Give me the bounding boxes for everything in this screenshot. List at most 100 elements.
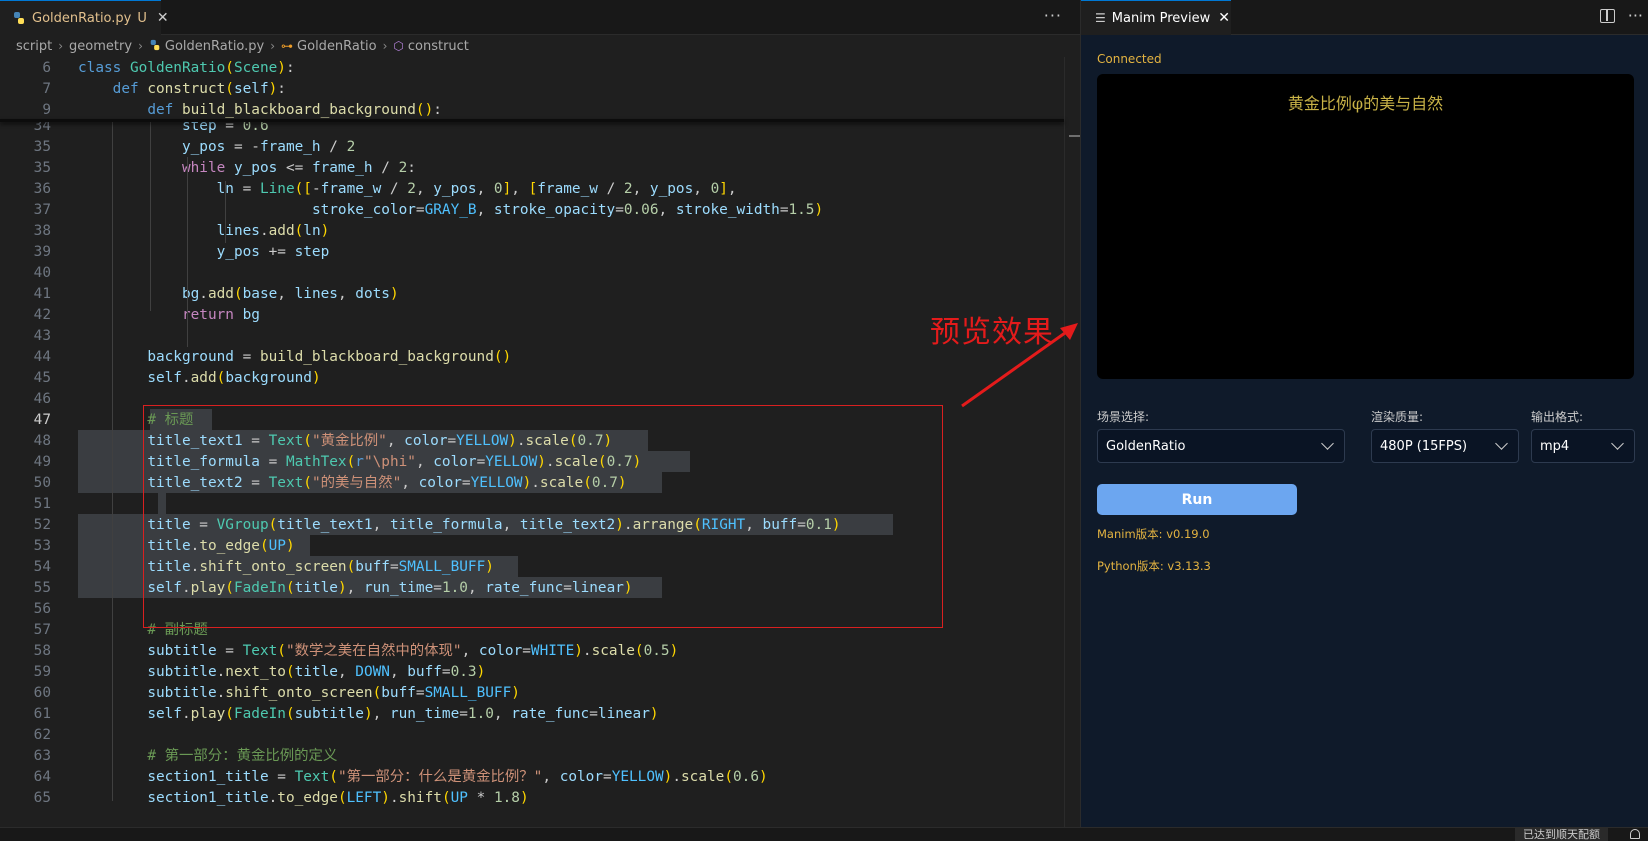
- python-file-icon: [149, 39, 161, 54]
- line-number: 48: [33, 433, 51, 449]
- more-actions-icon[interactable]: ···: [1044, 6, 1062, 25]
- code-line[interactable]: 41 bg.add(base, lines, dots): [0, 283, 1064, 305]
- line-text: bg.add(base, lines, dots): [181, 286, 399, 302]
- tab-filename: GoldenRatio.py: [32, 10, 132, 26]
- line-number: 45: [33, 370, 51, 386]
- tab-manim-preview[interactable]: ☰ Manim Preview ✕: [1081, 0, 1231, 35]
- line-text: while y_pos <= frame_h / 2:: [181, 160, 416, 176]
- code-line[interactable]: 42 return bg: [0, 304, 1064, 326]
- indent-guide: [150, 121, 151, 311]
- code-line[interactable]: 37 stroke_color=GRAY_B, stroke_opacity=0…: [0, 199, 1064, 221]
- code-line[interactable]: 43: [0, 325, 1064, 347]
- line-number: 6: [42, 60, 51, 76]
- line-number: 63: [33, 748, 51, 764]
- line-number: 47: [33, 412, 51, 428]
- line-number: 50: [33, 475, 51, 491]
- code-line[interactable]: 35 y_pos = -frame_h / 2: [0, 136, 1064, 158]
- format-label: 输出格式:: [1531, 410, 1584, 424]
- code-line[interactable]: 65 section1_title.to_edge(LEFT).shift(UP…: [0, 787, 1064, 809]
- scene-label: 场景选择:: [1097, 410, 1150, 424]
- code-line[interactable]: 64 section1_title = Text("第一部分：什么是黄金比例？"…: [0, 766, 1064, 788]
- sticky-scroll-line[interactable]: 6 class GoldenRatio(Scene):: [0, 57, 1064, 79]
- more-actions-icon[interactable]: ···: [1628, 6, 1643, 25]
- code-line[interactable]: 45 self.add(background): [0, 367, 1064, 389]
- tab-goldenratio-py[interactable]: GoldenRatio.py U ✕: [0, 0, 169, 35]
- video-frame-title: 黄金比例φ的美与自然: [1287, 94, 1444, 113]
- code-line[interactable]: 38 lines.add(ln): [0, 220, 1064, 242]
- line-number: 55: [33, 580, 51, 596]
- code-line[interactable]: 62: [0, 724, 1064, 746]
- breadcrumb-file[interactable]: GoldenRatio.py: [149, 39, 264, 54]
- line-number: 57: [33, 622, 51, 638]
- line-number: 65: [33, 790, 51, 806]
- chevron-right-icon: ›: [382, 39, 388, 53]
- line-number: 46: [33, 391, 51, 407]
- line-text: # 第一部分：黄金比例的定义: [147, 748, 338, 764]
- tab-close-icon[interactable]: ✕: [157, 10, 169, 26]
- scene-select-value: GoldenRatio: [1106, 438, 1186, 454]
- breadcrumb-folder-script[interactable]: script: [16, 39, 52, 54]
- manim-version-label: Manim版本:: [1097, 527, 1163, 541]
- chevron-down-icon: [1611, 437, 1624, 450]
- line-number: 38: [33, 223, 51, 239]
- breadcrumb-method[interactable]: ⬡ construct: [393, 39, 469, 54]
- bell-icon[interactable]: [1630, 829, 1640, 839]
- line-number: 64: [33, 769, 51, 785]
- line-text: return bg: [181, 307, 260, 323]
- line-number: 52: [33, 517, 51, 533]
- chevron-right-icon: ›: [270, 39, 276, 53]
- breadcrumb-class[interactable]: ⊶ GoldenRatio: [281, 39, 377, 54]
- quality-select-value: 480P (15FPS): [1380, 438, 1468, 454]
- run-button[interactable]: Run: [1097, 484, 1297, 515]
- code-line[interactable]: 61 self.play(FadeIn(subtitle), run_time=…: [0, 703, 1064, 725]
- code-line[interactable]: 63 # 第一部分：黄金比例的定义: [0, 745, 1064, 767]
- line-number: 37: [33, 202, 51, 218]
- sticky-scroll-line[interactable]: 7 def construct(self):: [0, 78, 1064, 100]
- line-text: def construct(self):: [112, 81, 286, 97]
- line-text: class GoldenRatio(Scene):: [78, 60, 295, 76]
- line-number: 39: [33, 244, 51, 260]
- line-text: def build_blackboard_background():: [147, 102, 442, 118]
- chevron-down-icon: [1495, 437, 1508, 450]
- manim-version-value: v0.19.0: [1166, 527, 1210, 541]
- method-symbol-icon: ⬡: [393, 39, 404, 53]
- manim-version: Manim版本: v0.19.0: [1097, 526, 1210, 542]
- line-number: 43: [33, 328, 51, 344]
- line-text: y_pos += step: [216, 244, 330, 260]
- line-number: 7: [42, 81, 51, 97]
- class-symbol-icon: ⊶: [281, 39, 294, 53]
- tab-close-icon[interactable]: ✕: [1218, 10, 1230, 26]
- line-number: 59: [33, 664, 51, 680]
- code-line[interactable]: 36 ln = Line([-frame_w / 2, y_pos, 0], […: [0, 178, 1064, 200]
- line-number: 53: [33, 538, 51, 554]
- editor-tab-bar: GoldenRatio.py U ✕ ···: [0, 0, 1080, 35]
- code-line[interactable]: 40: [0, 262, 1064, 284]
- code-line[interactable]: 60 subtitle.shift_onto_screen(buff=SMALL…: [0, 682, 1064, 704]
- breadcrumb: script › geometry › GoldenRatio.py › ⊶ G…: [0, 35, 1080, 57]
- line-number: 62: [33, 727, 51, 743]
- format-select[interactable]: mp4: [1531, 429, 1635, 463]
- code-line[interactable]: 58 subtitle = Text("数学之美在自然中的体现", color=…: [0, 640, 1064, 662]
- code-line[interactable]: 44 background = build_blackboard_backgro…: [0, 346, 1064, 368]
- video-preview[interactable]: 黄金比例φ的美与自然: [1097, 74, 1634, 379]
- line-number: 35: [33, 139, 51, 155]
- code-line[interactable]: 35 while y_pos <= frame_h / 2:: [0, 157, 1064, 179]
- line-text: y_pos = -frame_h / 2: [181, 139, 356, 155]
- split-editor-icon[interactable]: [1600, 9, 1615, 23]
- quality-select[interactable]: 480P (15FPS): [1371, 429, 1519, 463]
- chevron-right-icon: ›: [138, 39, 143, 53]
- sticky-scroll-line[interactable]: 9 def build_blackboard_background():: [0, 99, 1064, 121]
- breadcrumb-folder-geometry[interactable]: geometry: [69, 39, 132, 54]
- format-select-value: mp4: [1540, 438, 1570, 454]
- scene-select[interactable]: GoldenRatio: [1097, 429, 1345, 463]
- status-bar-item[interactable]: 已达到顺天配额: [1515, 828, 1608, 841]
- code-line[interactable]: 39 y_pos += step: [0, 241, 1064, 263]
- status-bar: 已达到顺天配额: [0, 827, 1648, 841]
- python-version: Python版本: v3.13.3: [1097, 558, 1211, 574]
- indent-guide: [187, 157, 188, 347]
- code-line[interactable]: 59 subtitle.next_to(title, DOWN, buff=0.…: [0, 661, 1064, 683]
- line-number: 58: [33, 643, 51, 659]
- line-number: 56: [33, 601, 51, 617]
- line-text: ln = Line([-frame_w / 2, y_pos, 0], [fra…: [217, 181, 737, 197]
- editor-scrollbar[interactable]: [1064, 57, 1080, 827]
